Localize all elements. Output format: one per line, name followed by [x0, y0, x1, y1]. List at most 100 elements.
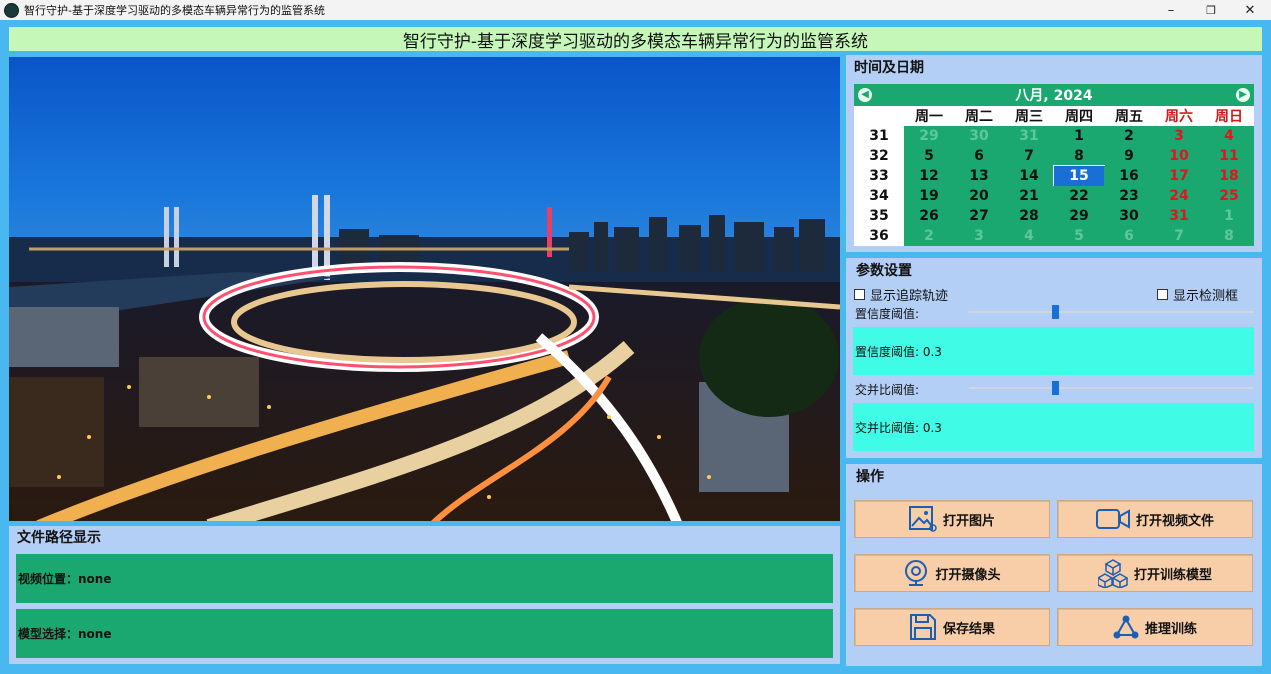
calendar-header: ◀ 八月, 2024 ▶ — [854, 84, 1254, 106]
save-result-button[interactable]: 保存结果 — [854, 608, 1050, 646]
weekday-header: 周日 — [1204, 106, 1254, 126]
calendar-day[interactable]: 1 — [1204, 206, 1254, 226]
calendar-day[interactable]: 5 — [904, 146, 954, 166]
iou-slider-thumb[interactable] — [1052, 381, 1060, 395]
calendar-week-row: 34 19 20 21 22 23 24 25 — [854, 186, 1254, 206]
weekday-header: 周三 — [1004, 106, 1054, 126]
weekday-header: 周四 — [1054, 106, 1104, 126]
conf-slider[interactable] — [969, 305, 1254, 319]
window-title: 智行守护-基于深度学习驱动的多模态车辆异常行为的监管系统 — [24, 4, 325, 17]
week-number: 31 — [854, 126, 904, 146]
calendar-day[interactable]: 8 — [1054, 146, 1104, 166]
calendar-day[interactable]: 12 — [904, 166, 954, 186]
calendar-day[interactable]: 25 — [1204, 186, 1254, 206]
calendar-day[interactable]: 16 — [1104, 166, 1154, 186]
checkbox-icon[interactable] — [854, 289, 865, 300]
show-track-checkbox[interactable]: 显示追踪轨迹 — [854, 285, 948, 304]
infer-train-button[interactable]: 推理训练 — [1057, 608, 1253, 646]
calendar-week-row: 31 29 30 31 1 2 3 4 — [854, 126, 1254, 146]
calendar: ◀ 八月, 2024 ▶ 周一 周二 周三 周四 周五 周六 周日 31 29 30 31 1 2 3 4 3… — [854, 84, 1254, 246]
calendar-day[interactable]: 7 — [1154, 226, 1204, 246]
image-icon — [908, 506, 937, 532]
iou-label: 交并比阈值: — [855, 383, 920, 397]
week-number: 36 — [854, 226, 904, 246]
iou-slider[interactable] — [969, 381, 1254, 395]
checkbox-icon[interactable] — [1157, 289, 1168, 300]
calendar-week-row: 36 2 3 4 5 6 7 8 — [854, 226, 1254, 246]
save-floppy-icon — [909, 614, 936, 640]
minimize-button[interactable]: – — [1151, 0, 1191, 20]
conf-slider-thumb[interactable] — [1052, 305, 1060, 319]
calendar-day[interactable]: 10 — [1154, 146, 1204, 166]
calendar-day[interactable]: 13 — [954, 166, 1004, 186]
video-camera-icon — [1095, 509, 1130, 529]
open-video-button[interactable]: 打开视频文件 — [1057, 500, 1253, 538]
open-camera-button[interactable]: 打开摄像头 — [854, 554, 1050, 592]
open-image-button[interactable]: 打开图片 — [854, 500, 1050, 538]
calendar-day[interactable]: 21 — [1004, 186, 1054, 206]
calendar-day[interactable]: 27 — [954, 206, 1004, 226]
iou-display: 交并比阈值: 0.3 — [853, 403, 1254, 451]
calendar-day[interactable]: 22 — [1054, 186, 1104, 206]
weekday-header: 周五 — [1104, 106, 1154, 126]
video-display-panel — [9, 57, 840, 521]
next-month-arrow-icon[interactable]: ▶ — [1236, 88, 1250, 102]
calendar-day[interactable]: 4 — [1204, 126, 1254, 146]
app-banner-title: 智行守护-基于深度学习驱动的多模态车辆异常行为的监管系统 — [9, 27, 1262, 52]
webcam-icon — [905, 560, 928, 586]
calendar-day[interactable]: 23 — [1104, 186, 1154, 206]
calendar-day[interactable]: 6 — [1104, 226, 1154, 246]
params-title: 参数设置 — [856, 263, 912, 279]
prev-month-arrow-icon[interactable]: ◀ — [858, 88, 872, 102]
calendar-day[interactable]: 28 — [1004, 206, 1054, 226]
conf-label: 置信度阈值: — [855, 307, 920, 321]
app-logo-icon — [4, 2, 19, 18]
calendar-day[interactable]: 9 — [1104, 146, 1154, 166]
calendar-day[interactable]: 11 — [1204, 146, 1254, 166]
calendar-day[interactable]: 8 — [1204, 226, 1254, 246]
calendar-day[interactable]: 7 — [1004, 146, 1054, 166]
close-button[interactable]: ✕ — [1230, 0, 1270, 20]
show-box-checkbox[interactable]: 显示检测框 — [1157, 285, 1238, 304]
city-night-image — [9, 57, 840, 521]
calendar-day[interactable]: 5 — [1054, 226, 1104, 246]
calendar-day[interactable]: 24 — [1154, 186, 1204, 206]
restore-button[interactable]: ❐ — [1191, 0, 1231, 20]
calendar-day[interactable]: 17 — [1154, 166, 1204, 186]
weekday-header: 周一 — [904, 106, 954, 126]
open-model-button[interactable]: 打开训练模型 — [1057, 554, 1253, 592]
model-path-display: 模型选择：none — [16, 609, 833, 658]
ops-title: 操作 — [856, 469, 884, 485]
datetime-title: 时间及日期 — [854, 60, 924, 76]
calendar-day[interactable]: 19 — [904, 186, 954, 206]
calendar-day[interactable]: 6 — [954, 146, 1004, 166]
calendar-day[interactable]: 30 — [954, 126, 1004, 146]
calendar-day[interactable]: 14 — [1004, 166, 1054, 186]
calendar-day[interactable]: 2 — [1104, 126, 1154, 146]
week-number: 32 — [854, 146, 904, 166]
weekday-header: 周二 — [954, 106, 1004, 126]
calendar-day[interactable]: 31 — [1004, 126, 1054, 146]
week-number-header — [854, 106, 904, 126]
window-titlebar: 智行守护-基于深度学习驱动的多模态车辆异常行为的监管系统 – ❐ ✕ — [0, 0, 1271, 20]
calendar-day[interactable]: 20 — [954, 186, 1004, 206]
calendar-day[interactable]: 1 — [1054, 126, 1104, 146]
calendar-day[interactable]: 29 — [1054, 206, 1104, 226]
video-path-display: 视频位置：none — [16, 554, 833, 603]
calendar-week-row: 33 12 13 14 15 16 17 18 — [854, 165, 1254, 187]
calendar-day[interactable]: 30 — [1104, 206, 1154, 226]
calendar-day[interactable]: 29 — [904, 126, 954, 146]
calendar-day[interactable]: 3 — [1154, 126, 1204, 146]
filepath-title: 文件路径显示 — [17, 530, 101, 546]
weekday-header: 周六 — [1154, 106, 1204, 126]
calendar-day[interactable]: 15 — [1053, 165, 1105, 187]
calendar-day[interactable]: 31 — [1154, 206, 1204, 226]
calendar-day[interactable]: 3 — [954, 226, 1004, 246]
calendar-day[interactable]: 18 — [1204, 166, 1254, 186]
week-number: 33 — [854, 166, 904, 186]
calendar-day[interactable]: 4 — [1004, 226, 1054, 246]
calendar-day[interactable]: 2 — [904, 226, 954, 246]
calendar-day[interactable]: 26 — [904, 206, 954, 226]
model-cubes-icon — [1097, 559, 1128, 588]
calendar-grid: 周一 周二 周三 周四 周五 周六 周日 31 29 30 31 1 2 3 4 32 5 6 7 8 9 10 11 33 1… — [854, 106, 1254, 246]
